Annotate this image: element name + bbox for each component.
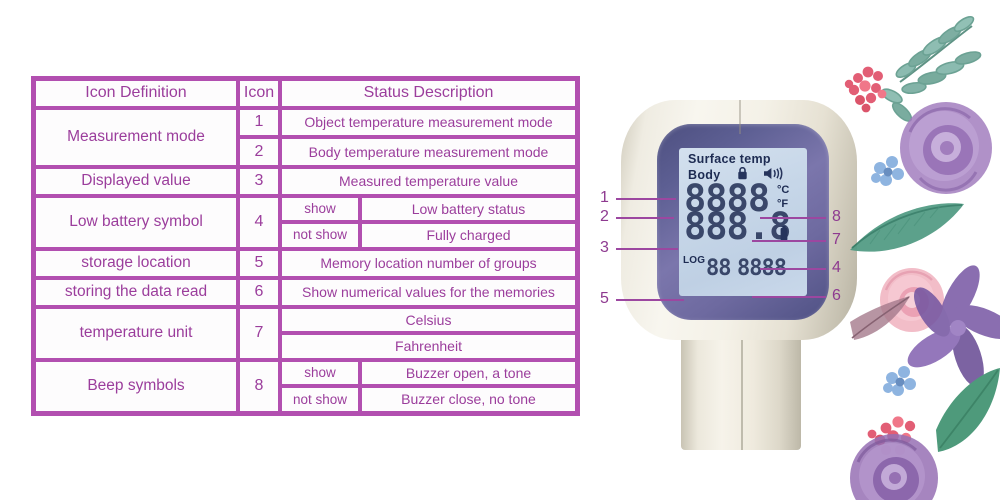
callout-8-leader-line <box>760 217 826 219</box>
cell-description: Object temperature measurement mode <box>280 108 577 138</box>
cell-description: Celsius <box>280 306 577 334</box>
table-header-row: Icon Definition Icon Status Description <box>34 79 577 109</box>
lcd-fahrenheit-unit: °F <box>777 198 789 210</box>
cell-icon-number: 2 <box>238 137 280 167</box>
callout-3-number: 3 <box>600 239 609 256</box>
callout-7-leader-line <box>752 240 826 242</box>
lcd-screen: Surface temp Body 8888 888.8 °C °F LOG 8… <box>679 148 807 296</box>
berry-cluster-lower <box>867 416 916 455</box>
lcd-main-digits-bottom: 888.8 <box>684 205 791 248</box>
table-row: Displayed value 3 Measured temperature v… <box>34 166 577 196</box>
cell-description: Low battery status <box>360 195 577 223</box>
cell-definition: Beep symbols <box>34 359 238 413</box>
callout-1-leader-line <box>616 198 676 200</box>
purple-rose-upper <box>900 102 992 194</box>
callout-6-leader-line <box>752 296 826 298</box>
battery-icon <box>780 226 788 246</box>
cell-icon-number: 5 <box>238 248 280 278</box>
cell-definition: Measurement mode <box>34 108 238 167</box>
banana-leaf <box>850 203 964 252</box>
callout-1-number: 1 <box>600 189 609 206</box>
callout-4-number: 4 <box>832 259 841 276</box>
pink-rose <box>880 268 944 332</box>
cell-description: Show numerical values for the memories <box>280 277 577 307</box>
cell-definition: Displayed value <box>34 166 238 196</box>
cell-description: Buzzer open, a tone <box>360 359 577 387</box>
device-bezel: Surface temp Body 8888 888.8 °C °F LOG 8… <box>657 124 829 320</box>
header-icon: Icon <box>238 79 280 109</box>
green-leaf-lower <box>936 368 1000 452</box>
header-status-description: Status Description <box>280 79 577 109</box>
icon-legend-table: Icon Definition Icon Status Description … <box>31 76 580 416</box>
callout-5-leader-line <box>616 299 684 301</box>
table-row: Beep symbols 8 show Buzzer open, a tone <box>34 359 577 413</box>
cell-description: Fully charged <box>360 222 577 249</box>
callout-8-number: 8 <box>832 208 841 225</box>
callout-5-number: 5 <box>600 290 609 307</box>
device-head: Surface temp Body 8888 888.8 °C °F LOG 8… <box>621 100 857 340</box>
lcd-surface-temp-label: Surface temp <box>688 152 771 166</box>
callout-2-leader-line <box>616 217 674 219</box>
cell-description: Buzzer close, no tone <box>360 386 577 413</box>
lcd-log-label: LOG <box>683 255 706 266</box>
cell-state: not show <box>280 222 360 249</box>
cell-definition: storing the data read <box>34 277 238 307</box>
table-row: temperature unit 7 Celsius <box>34 306 577 360</box>
lcd-celsius-unit: °C <box>777 184 790 196</box>
cell-icon-number: 6 <box>238 277 280 307</box>
cell-description: Measured temperature value <box>280 166 577 196</box>
header-icon-definition: Icon Definition <box>34 79 238 109</box>
cell-icon-number: 8 <box>238 359 280 413</box>
page-root: Icon Definition Icon Status Description … <box>0 0 1000 500</box>
cell-icon-number: 1 <box>238 108 280 138</box>
cell-definition: temperature unit <box>34 306 238 360</box>
cell-icon-number: 3 <box>238 166 280 196</box>
cell-icon-number: 4 <box>238 195 280 249</box>
cell-state: show <box>280 359 360 387</box>
blue-flower-upper <box>871 156 904 186</box>
cell-icon-number: 7 <box>238 306 280 360</box>
cell-description: Fahrenheit <box>280 333 577 360</box>
table-row: Measurement mode 1 Object temperature me… <box>34 108 577 167</box>
thermometer-device: Surface temp Body 8888 888.8 °C °F LOG 8… <box>613 100 865 450</box>
table-row: Low battery symbol 4 show Low battery st… <box>34 195 577 249</box>
callout-3-leader-line <box>616 248 678 250</box>
cell-description: Body temperature measurement mode <box>280 137 577 167</box>
cell-state: show <box>280 195 360 223</box>
lcd-memory-index: 88 <box>706 256 731 281</box>
callout-2-number: 2 <box>600 208 609 225</box>
cell-state: not show <box>280 386 360 413</box>
callout-6-number: 6 <box>832 287 841 304</box>
callout-7-number: 7 <box>832 231 841 248</box>
fern-leaf-top <box>881 15 982 122</box>
table-row: storing the data read 6 Show numerical v… <box>34 277 577 307</box>
blue-flower-lower <box>883 366 916 396</box>
purple-star-flower <box>907 265 1000 387</box>
cell-definition: storage location <box>34 248 238 278</box>
cell-description: Memory location number of groups <box>280 248 577 278</box>
table-row: storage location 5 Memory location numbe… <box>34 248 577 278</box>
callout-4-leader-line <box>760 268 826 270</box>
cell-definition: Low battery symbol <box>34 195 238 249</box>
